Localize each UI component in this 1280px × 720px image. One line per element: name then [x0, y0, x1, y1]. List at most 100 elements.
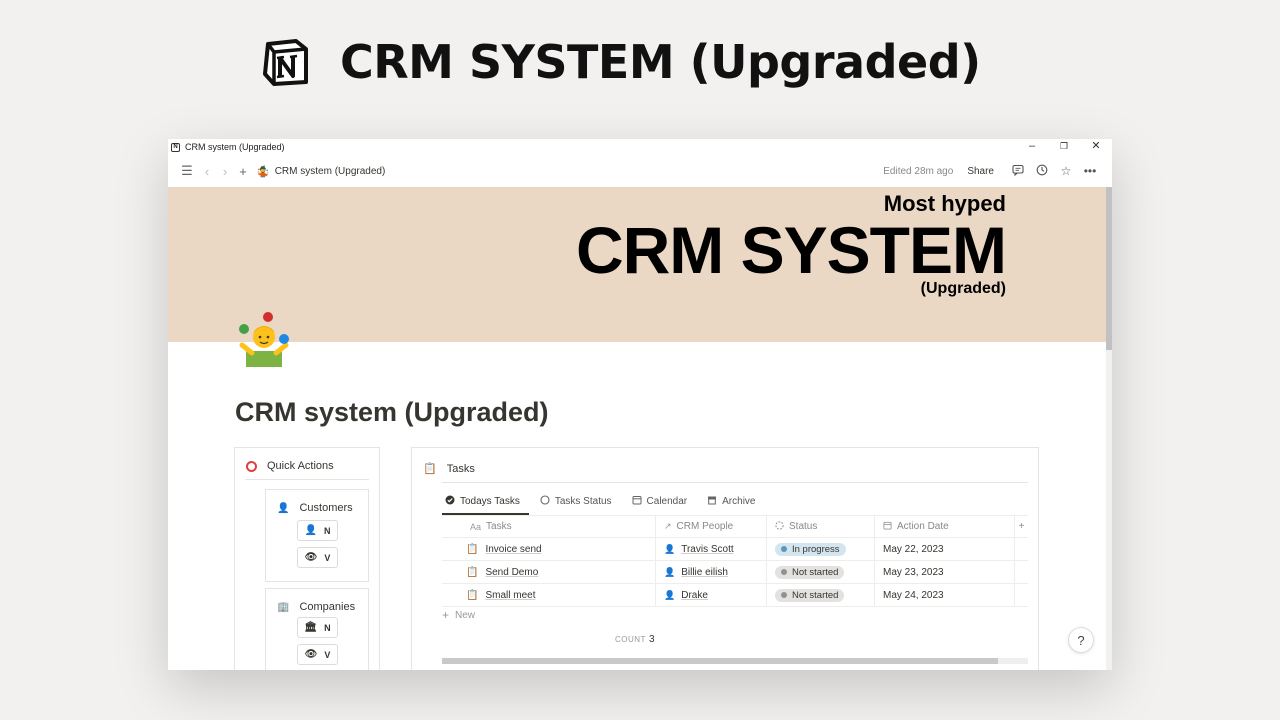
date-cell[interactable]: May 23, 2023	[875, 561, 1015, 583]
person-icon: 👤	[664, 543, 676, 554]
new-customer-button[interactable]: 👤 N	[297, 520, 338, 541]
view-tabs: Todays Tasks Tasks Status Calendar Archi…	[442, 488, 773, 515]
share-button[interactable]: Share	[967, 166, 994, 177]
view-companies-label: V	[324, 649, 331, 660]
tab-archive[interactable]: Archive	[704, 488, 758, 515]
status-badge: Not started	[775, 565, 845, 579]
customers-card-title: 👤 Customers	[266, 490, 368, 514]
new-company-label: N	[324, 622, 331, 633]
window-title: CRM system (Upgraded)	[185, 142, 285, 152]
restore-button[interactable]: ❐	[1048, 139, 1080, 155]
forward-arrow-icon[interactable]: ›	[216, 164, 234, 179]
horizontal-scrollbar[interactable]	[442, 658, 1028, 664]
task-name[interactable]: Invoice send	[485, 544, 541, 555]
cover-line-3: (Upgraded)	[920, 280, 1006, 297]
column-header-crm-people[interactable]: ↗ CRM People	[656, 516, 767, 537]
plus-icon[interactable]: +	[234, 164, 252, 179]
status-badge: In progress	[775, 542, 846, 556]
column-header-action-date[interactable]: Action Date	[875, 516, 1015, 537]
date-cell[interactable]: May 22, 2023	[875, 538, 1015, 560]
person-cell[interactable]: 👤 Travis Scott	[656, 538, 767, 560]
table-row[interactable]: 📋 Send Demo 👤 Billie eilish Not started …	[442, 561, 1028, 584]
count-label: COUNT	[615, 635, 646, 644]
person-cell[interactable]: 👤 Billie eilish	[656, 561, 767, 583]
column-label: Action Date	[897, 521, 949, 532]
new-company-button[interactable]: 🏛 N	[297, 617, 338, 638]
scrollbar-thumb[interactable]	[1106, 187, 1112, 350]
table-row[interactable]: 📋 Invoice send 👤 Travis Scott In progres…	[442, 538, 1028, 561]
breadcrumb[interactable]: 🤹 CRM system (Upgraded)	[256, 165, 385, 178]
juggler-page-icon[interactable]	[234, 311, 294, 371]
circle-icon	[540, 495, 550, 508]
quick-actions-panel: Quick Actions 👤 Customers 👤 N 👁 V 🏢 Comp…	[234, 447, 380, 670]
column-label: Tasks	[486, 521, 512, 532]
status-dot	[781, 592, 787, 598]
banner-title: CRM SYSTEM (Upgraded)	[340, 35, 981, 89]
column-header-status[interactable]: Status	[767, 516, 875, 537]
column-label: CRM People	[676, 521, 734, 532]
person-name[interactable]: Billie eilish	[681, 567, 728, 578]
date-cell[interactable]: May 24, 2023	[875, 584, 1015, 606]
status-badge: Not started	[775, 588, 845, 602]
comment-icon[interactable]	[1006, 164, 1030, 179]
calendar-icon	[883, 521, 892, 532]
menu-icon[interactable]: ☰	[178, 163, 196, 179]
page-title[interactable]: CRM system (Upgraded)	[235, 397, 549, 428]
task-cell[interactable]: 📋 Send Demo	[442, 561, 656, 583]
add-column-button[interactable]: +	[1015, 516, 1028, 537]
close-button[interactable]: ✕	[1080, 139, 1112, 155]
view-companies-button[interactable]: 👁 V	[297, 644, 338, 665]
task-name[interactable]: Send Demo	[485, 567, 538, 578]
status-cell[interactable]: Not started	[767, 561, 875, 583]
scrollbar-thumb[interactable]	[442, 658, 998, 664]
status-label: In progress	[792, 543, 840, 555]
task-name[interactable]: Small meet	[485, 590, 535, 601]
more-options-icon[interactable]: •••	[1078, 164, 1102, 178]
toolbar-right: Edited 28m ago Share ☆ •••	[883, 155, 1102, 187]
minimize-button[interactable]: –	[1016, 139, 1048, 155]
empty-cell	[1015, 561, 1028, 583]
clipboard-icon: 📋	[423, 463, 437, 475]
alarm-clock-icon	[246, 460, 257, 472]
notion-logo-icon	[260, 36, 312, 88]
edited-timestamp: Edited 28m ago	[883, 165, 954, 177]
customers-card: 👤 Customers 👤 N 👁 V	[265, 489, 369, 582]
column-header-tasks[interactable]: Aa Tasks	[442, 516, 656, 537]
juggler-emoji-icon: 🤹	[256, 165, 270, 178]
tab-label: Tasks Status	[554, 496, 612, 507]
new-row-label: New	[455, 609, 476, 621]
person-icon: 👤	[277, 502, 290, 514]
page-toolbar: ☰ ‹ › + 🤹 CRM system (Upgraded) Edited 2…	[168, 155, 1112, 187]
person-name[interactable]: Travis Scott	[681, 544, 733, 555]
status-dot	[781, 546, 787, 552]
help-button[interactable]: ?	[1068, 627, 1094, 653]
status-cell[interactable]: Not started	[767, 584, 875, 606]
person-name[interactable]: Drake	[681, 590, 708, 601]
tab-tasks-status[interactable]: Tasks Status	[537, 488, 615, 515]
empty-cell	[1015, 538, 1028, 560]
check-circle-icon	[445, 495, 455, 508]
document-icon: 📋	[466, 566, 479, 578]
count-footer[interactable]: COUNT 3	[615, 634, 655, 645]
notion-app-icon: N	[171, 142, 180, 152]
bank-icon: 🏛	[304, 622, 318, 633]
task-cell[interactable]: 📋 Invoice send	[442, 538, 656, 560]
favorite-star-icon[interactable]: ☆	[1054, 164, 1078, 178]
view-customers-button[interactable]: 👁 V	[297, 547, 338, 568]
person-cell[interactable]: 👤 Drake	[656, 584, 767, 606]
status-dot	[781, 569, 787, 575]
app-window: N CRM system (Upgraded) – ❐ ✕ ☰ ‹ › + 🤹 …	[168, 139, 1112, 670]
status-cell[interactable]: In progress	[767, 538, 875, 560]
vertical-scrollbar[interactable]	[1106, 187, 1112, 670]
task-cell[interactable]: 📋 Small meet	[442, 584, 656, 606]
history-clock-icon[interactable]	[1030, 164, 1054, 179]
tab-calendar[interactable]: Calendar	[629, 488, 691, 515]
companies-label: Companies	[299, 601, 356, 613]
tab-todays-tasks[interactable]: Todays Tasks	[442, 488, 529, 515]
table-row[interactable]: 📋 Small meet 👤 Drake Not started May 24,…	[442, 584, 1028, 607]
person-icon: 👤	[664, 589, 676, 600]
new-row-button[interactable]: + New	[442, 608, 475, 622]
back-arrow-icon[interactable]: ‹	[198, 164, 216, 179]
page-cover: Most hyped CRM SYSTEM (Upgraded)	[168, 187, 1106, 342]
window-controls: – ❐ ✕	[1016, 139, 1112, 155]
